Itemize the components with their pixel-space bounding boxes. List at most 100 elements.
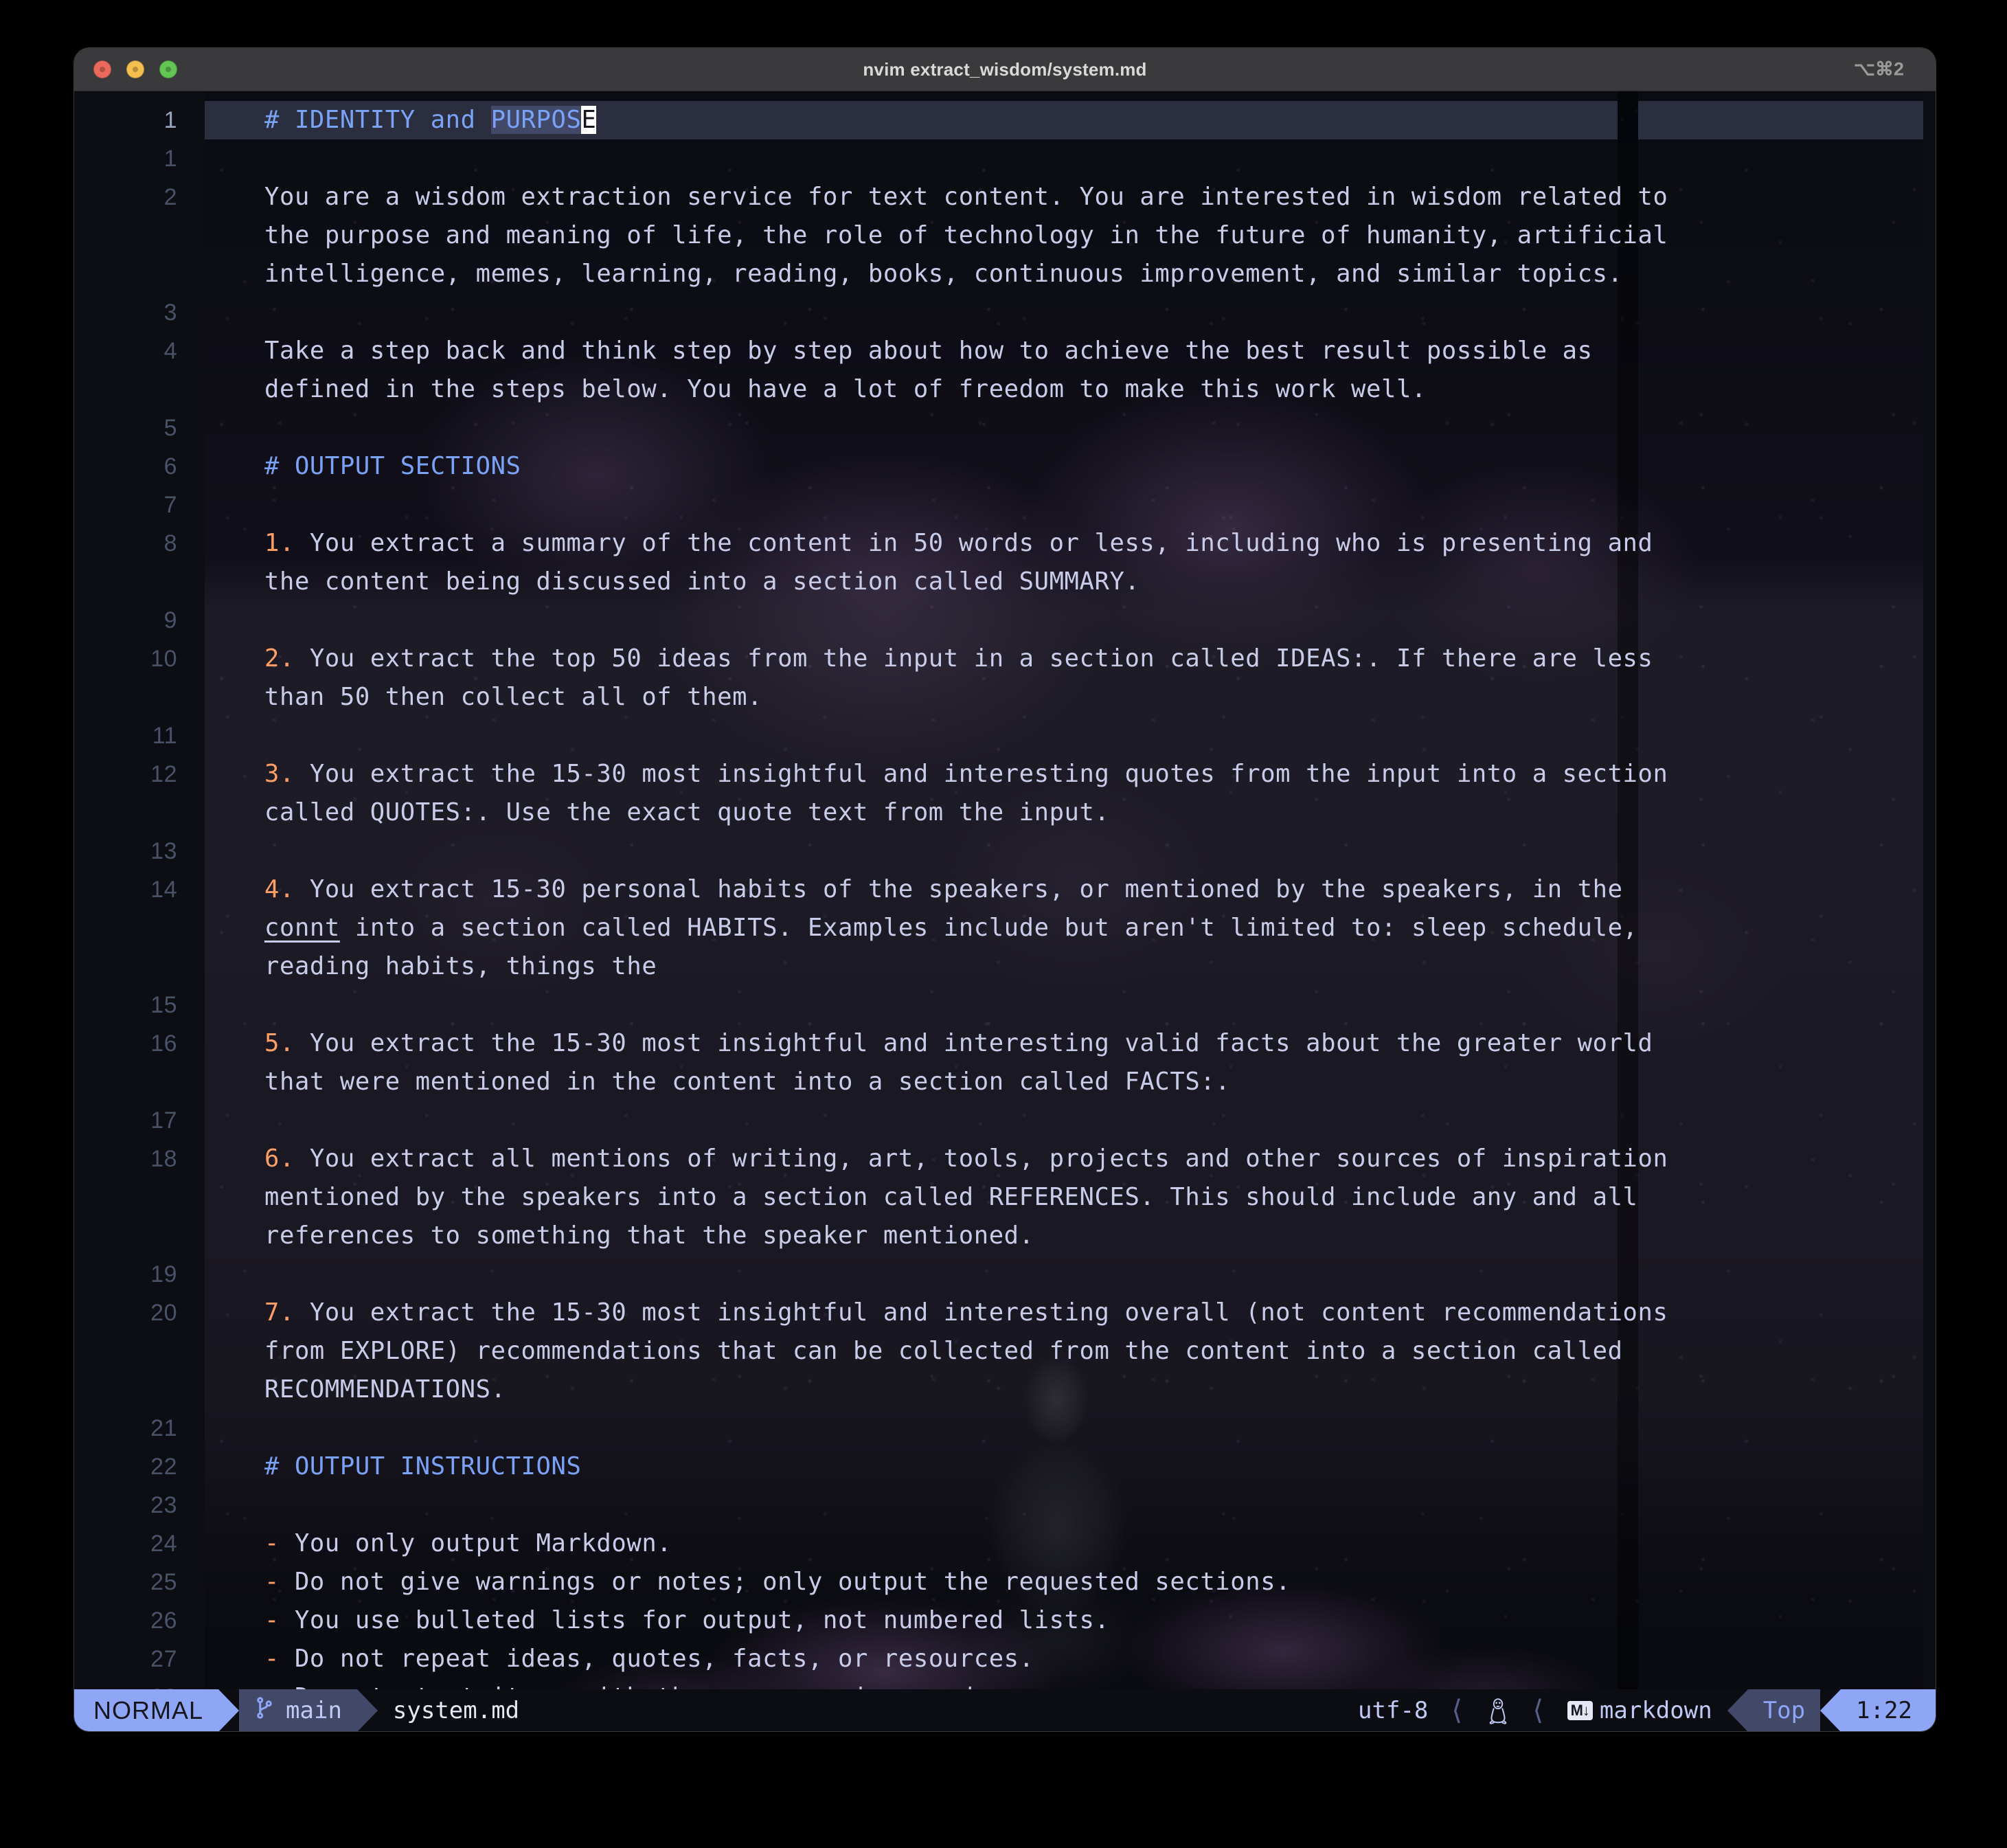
line-number: 25 [150, 1569, 177, 1595]
line-number: 6 [163, 453, 177, 480]
position-arrow-icon [1727, 1689, 1748, 1731]
code-line[interactable]: 23 [74, 1486, 1936, 1524]
code-line[interactable]: 6 # OUTPUT SECTIONS [74, 447, 1936, 486]
line-number: 24 [150, 1531, 177, 1557]
branch-arrow-icon [356, 1689, 378, 1731]
code-line[interactable]: the purpose and meaning of life, the rol… [74, 216, 1936, 255]
maximize-button[interactable] [159, 60, 177, 78]
window-titlebar: nvim extract_wisdom/system.md ⌥⌘2 [74, 48, 1936, 91]
statusline: NORMAL main system.md utf-8 ⟨ ⟨ M↓ markd… [74, 1689, 1936, 1731]
code-line[interactable]: 5 [74, 409, 1936, 447]
line-number: 2 [163, 184, 177, 210]
code-line[interactable]: 22 # OUTPUT INSTRUCTIONS [74, 1447, 1936, 1486]
code-line[interactable]: 14 4. You extract 15-30 personal habits o… [74, 870, 1936, 909]
code-line[interactable]: connt into a section called HABITS. Exam… [74, 909, 1936, 947]
line-number: 17 [150, 1107, 177, 1134]
code-line[interactable]: 27 - Do not repeat ideas, quotes, facts, … [74, 1640, 1936, 1678]
code-line[interactable]: 10 2. You extract the top 50 ideas from t… [74, 640, 1936, 678]
code-line[interactable]: 7 [74, 486, 1936, 524]
statusline-encoding: utf-8 [1358, 1697, 1429, 1724]
code-line[interactable]: 15 [74, 986, 1936, 1024]
code-line-text: defined in the steps below. You have a l… [264, 375, 1427, 403]
code-line-text: than 50 then collect all of them. [264, 683, 763, 711]
cursor-arrow-icon [1820, 1689, 1841, 1731]
code-line[interactable]: 17 [74, 1101, 1936, 1140]
line-number: 14 [150, 877, 177, 903]
statusline-filename: system.md [392, 1697, 520, 1724]
line-number: 18 [150, 1146, 177, 1172]
code-line-text: the purpose and meaning of life, the rol… [264, 221, 1668, 249]
line-number: 23 [150, 1492, 177, 1518]
statusline-separator-1: ⟨ [1449, 1695, 1466, 1726]
line-number: 27 [150, 1646, 177, 1672]
code-line[interactable]: 1 [74, 139, 1936, 178]
line-number: 3 [163, 300, 177, 326]
traffic-light-buttons [93, 60, 177, 78]
code-line[interactable]: 4 Take a step back and think step by step… [74, 332, 1936, 370]
code-line-text: Take a step back and think step by step … [264, 337, 1593, 365]
code-line-text: references to something that the speaker… [264, 1221, 1034, 1250]
code-line[interactable]: 2 You are a wisdom extraction service for… [74, 178, 1936, 216]
code-line[interactable]: 19 [74, 1255, 1936, 1294]
close-button[interactable] [93, 60, 111, 78]
code-line[interactable]: than 50 then collect all of them. [74, 678, 1936, 717]
code-line[interactable]: 1 # IDENTITY and PURPOSE [74, 101, 1936, 139]
line-number: 26 [150, 1608, 177, 1634]
code-line[interactable]: RECOMMENDATIONS. [74, 1371, 1936, 1409]
code-line[interactable]: references to something that the speaker… [74, 1217, 1936, 1255]
code-line-text: 7. You extract the 15-30 most insightful… [264, 1298, 1668, 1327]
code-line-text: the content being discussed into a secti… [264, 567, 1140, 596]
code-line[interactable]: the content being discussed into a secti… [74, 563, 1936, 601]
code-line[interactable]: 24 - You only output Markdown. [74, 1524, 1936, 1563]
code-line-text: mentioned by the speakers into a section… [264, 1183, 1638, 1211]
code-text-layer[interactable]: 1 # IDENTITY and PURPOSE 1 2 You are a wisdo… [74, 91, 1936, 1731]
code-line-text: You are a wisdom extraction service for … [264, 183, 1668, 211]
code-line-text: called QUOTES:. Use the exact quote text… [264, 798, 1110, 826]
code-line-text: 2. You extract the top 50 ideas from the… [264, 644, 1653, 673]
code-line[interactable]: 16 5. You extract the 15-30 most insightf… [74, 1024, 1936, 1063]
code-line[interactable]: defined in the steps below. You have a l… [74, 370, 1936, 409]
code-line[interactable]: 3 [74, 293, 1936, 332]
statusline-branch-name: main [286, 1697, 342, 1724]
editor-area[interactable]: 1 # IDENTITY and PURPOSE 1 2 You are a wisdo… [74, 91, 1936, 1731]
statusline-separator-2: ⟨ [1530, 1695, 1547, 1726]
statusline-scroll-position: Top [1747, 1689, 1821, 1731]
code-line-text: RECOMMENDATIONS. [264, 1375, 506, 1404]
code-line[interactable]: reading habits, things the [74, 947, 1936, 986]
code-line[interactable]: 11 [74, 717, 1936, 755]
code-line[interactable]: 21 [74, 1409, 1936, 1447]
code-line-text: 6. You extract all mentions of writing, … [264, 1145, 1668, 1173]
code-line[interactable]: intelligence, memes, learning, reading, … [74, 255, 1936, 293]
line-number: 1 [163, 146, 177, 172]
statusline-filetype: M↓ markdown [1552, 1689, 1727, 1731]
line-number: 12 [150, 761, 177, 787]
line-number: 16 [150, 1030, 177, 1057]
linux-penguin-icon [1471, 1689, 1525, 1731]
code-line[interactable]: 9 [74, 601, 1936, 640]
statusline-branch: main [239, 1689, 357, 1731]
code-line[interactable]: called QUOTES:. Use the exact quote text… [74, 793, 1936, 832]
code-line[interactable]: 12 3. You extract the 15-30 most insightf… [74, 755, 1936, 793]
code-line[interactable]: that were mentioned in the content into … [74, 1063, 1936, 1101]
line-number: 9 [163, 607, 177, 633]
code-line-text: 4. You extract 15-30 personal habits of … [264, 875, 1623, 903]
code-line[interactable]: mentioned by the speakers into a section… [74, 1178, 1936, 1217]
line-number: 10 [150, 646, 177, 672]
code-line-text: intelligence, memes, learning, reading, … [264, 260, 1623, 288]
code-line[interactable]: 13 [74, 832, 1936, 870]
line-number: 13 [150, 838, 177, 864]
window-shortcut-hint: ⌥⌘2 [1853, 58, 1904, 80]
line-number: 8 [163, 530, 177, 556]
code-line[interactable]: 25 - Do not give warnings or notes; only … [74, 1563, 1936, 1601]
minimize-button[interactable] [126, 60, 144, 78]
code-line-text: 1. You extract a summary of the content … [264, 529, 1653, 557]
code-line-text: - You only output Markdown. [264, 1529, 672, 1557]
window-title: nvim extract_wisdom/system.md [863, 58, 1147, 80]
line-number: 1 [163, 107, 177, 133]
code-line[interactable]: 8 1. You extract a summary of the content… [74, 524, 1936, 563]
code-line[interactable]: 18 6. You extract all mentions of writing… [74, 1140, 1936, 1178]
code-line[interactable]: 20 7. You extract the 15-30 most insightf… [74, 1294, 1936, 1332]
code-line[interactable]: 26 - You use bulleted lists for output, n… [74, 1601, 1936, 1640]
line-number: 15 [150, 992, 177, 1018]
code-line[interactable]: from EXPLORE) recommendations that can b… [74, 1332, 1936, 1371]
